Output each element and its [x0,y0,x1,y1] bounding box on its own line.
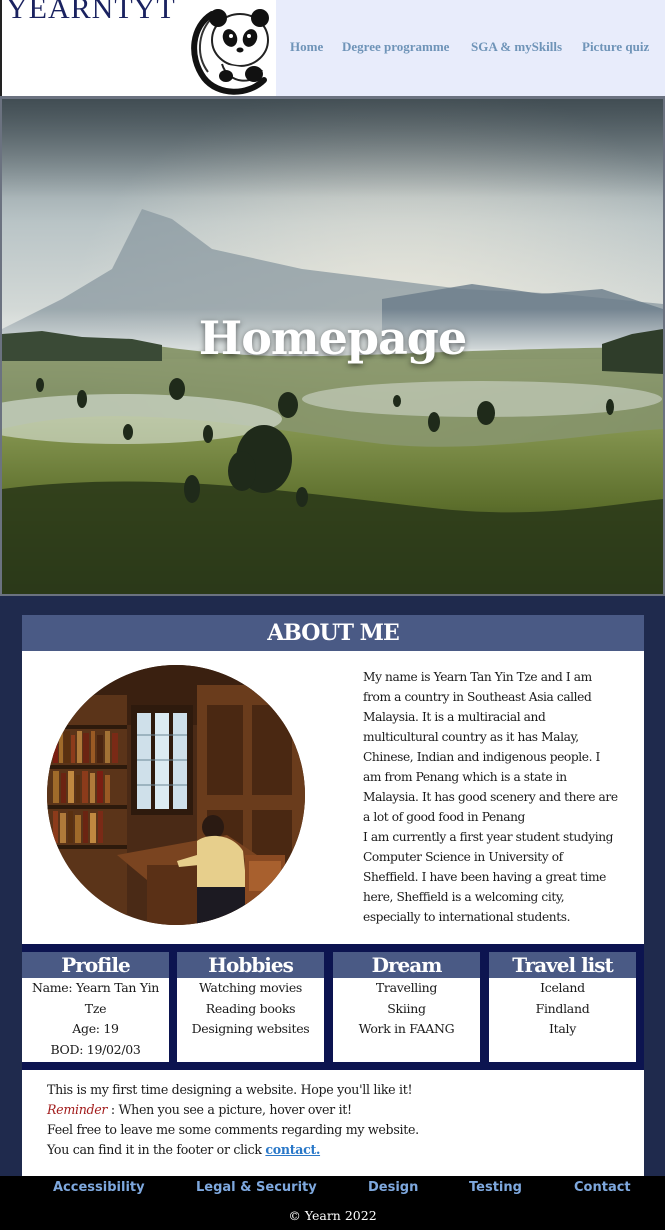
footer-contact-link[interactable]: Contact [574,1180,631,1195]
card-hobbies: Hobbies Watching movies Reading books De… [177,952,324,1062]
nav-sga-myskills[interactable]: SGA & mySkills [471,39,562,55]
site-name: YEARNTYT [6,0,176,25]
card-line: Skiing [387,1000,426,1016]
note-line: Reminder : When you see a picture, hover… [47,1100,644,1120]
card-line: Age: 19 [72,1021,119,1036]
info-cards: Profile Name: Yearn Tan Yin Tze Age: 19 … [22,944,644,1070]
card-line: Travelling [375,980,438,995]
card-line: Italy [549,1021,576,1036]
card-title: Travel list [489,952,636,978]
card-line: Watching movies [198,980,303,995]
note-line: You can find it in the footer or click c… [47,1140,644,1160]
note-line: This is my first time designing a websit… [47,1082,413,1097]
hero-title: Homepage [198,311,467,365]
panda-logo-icon[interactable] [182,0,274,96]
about-description: My name is Yearn Tan Yin Tze and I am fr… [363,667,618,927]
nav-home[interactable]: Home [290,39,323,55]
about-paragraph: My name is Yearn Tan Yin Tze and I am fr… [363,670,618,824]
about-body: My name is Yearn Tan Yin Tze and I am fr… [22,651,644,944]
card-title: Dream [333,952,480,978]
reminder-text: : When you see a picture, hover over it! [107,1102,352,1117]
about-paragraph: I am currently a first year student stud… [363,830,614,924]
card-title: Profile [22,952,169,978]
copyright-text: © Yearn 2022 [288,1208,377,1223]
card-line: Reading books [205,1000,296,1016]
card-profile: Profile Name: Yearn Tan Yin Tze Age: 19 … [22,952,169,1062]
card-line: Name: Yearn Tan Yin Tze [31,980,160,1016]
reminder-label: Reminder [47,1102,108,1117]
note-text: You can find it in the footer or click [47,1142,266,1157]
about-heading: ABOUT ME [22,615,644,651]
library-portrait-image[interactable] [47,665,305,925]
logo-area: YEARNTYT [2,0,276,96]
contact-link[interactable]: contact. [265,1142,320,1157]
card-title: Hobbies [177,952,324,978]
site-footer: Accessibility Legal & Security Design Te… [0,1176,665,1230]
card-dream: Dream Travelling Skiing Work in FAANG [333,952,480,1062]
nav-degree-programme[interactable]: Degree programme [342,39,449,55]
nav-picture-quiz[interactable]: Picture quiz [582,39,649,55]
footer-design-link[interactable]: Design [368,1180,418,1195]
hero-banner: Homepage [0,96,665,596]
footer-accessibility-link[interactable]: Accessibility [53,1180,145,1195]
card-line: Designing websites [191,1021,310,1036]
card-line: Findland [535,1000,590,1016]
note-line: Feel free to leave me some comments rega… [47,1122,419,1137]
card-line: Work in FAANG [358,1021,455,1036]
site-header: YEARNTYT Home Degree programme SGA & myS… [0,0,665,96]
about-section: ABOUT ME My name is Yearn Tan Yin Tze an… [0,596,665,1176]
welcome-notes: This is my first time designing a websit… [22,1070,644,1176]
footer-testing-link[interactable]: Testing [469,1180,522,1195]
main-navigation: Home Degree programme SGA & mySkills Pic… [276,0,665,96]
card-line: BOD: 19/02/03 [50,1041,141,1057]
card-travel-list: Travel list Iceland Findland Italy [489,952,636,1062]
card-line: Iceland [540,980,585,995]
footer-legal-security-link[interactable]: Legal & Security [196,1180,317,1195]
